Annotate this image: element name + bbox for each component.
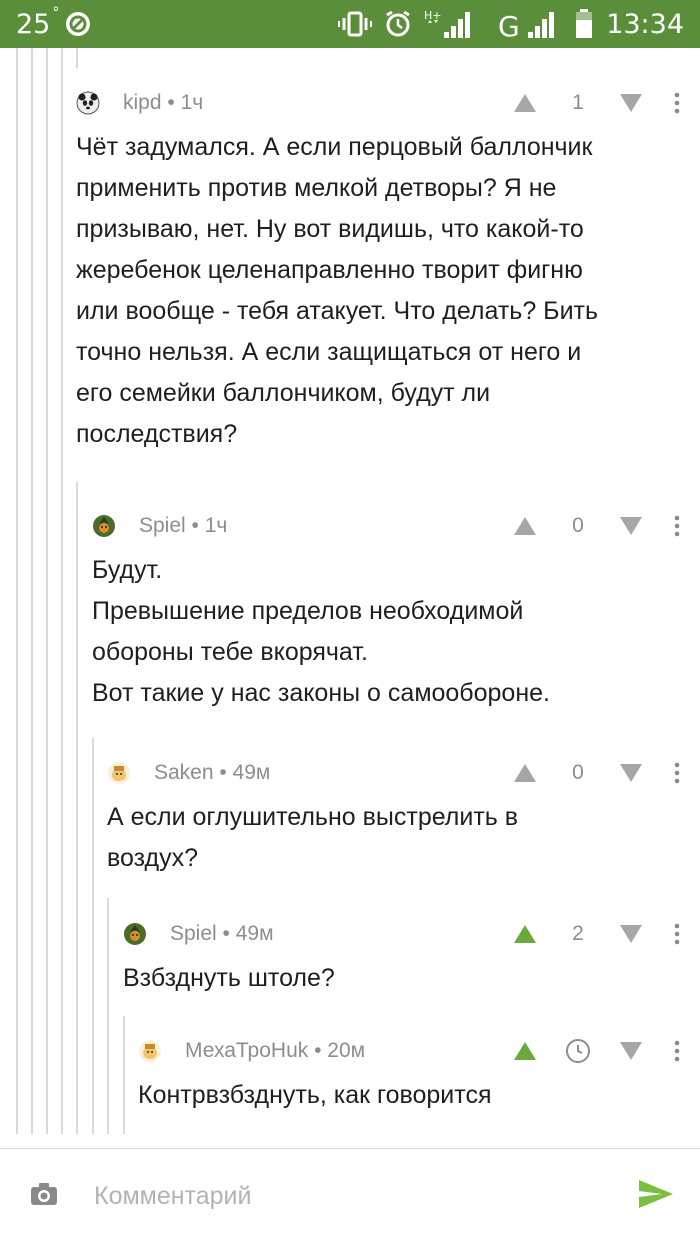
- alarm-icon: [384, 10, 412, 38]
- upvote-icon[interactable]: [502, 516, 548, 536]
- downvote-icon[interactable]: [608, 763, 654, 783]
- more-menu-icon[interactable]: [654, 1040, 700, 1062]
- comment-body: Чёт задумался. А если перцовый баллончик…: [76, 133, 599, 448]
- vibrate-icon: [338, 10, 373, 38]
- thread-line: [92, 738, 94, 1134]
- downvote-icon[interactable]: [608, 1041, 654, 1061]
- comment-score: 1: [572, 91, 584, 114]
- no-sign-icon: [64, 10, 92, 38]
- signal-icon: H+: [424, 8, 486, 40]
- thread-line: [31, 48, 33, 1134]
- svg-text:G: G: [498, 10, 520, 40]
- comment-score: 2: [572, 922, 584, 945]
- comment-body: Контрвзбзднуть, как говорится: [138, 1081, 492, 1109]
- comment-score: 0: [572, 514, 584, 537]
- comment-body: Взбзднуть штоле?: [123, 964, 335, 992]
- comment-composer: [0, 1149, 700, 1244]
- comment-body: Будут. Превышение пределов необходимой о…: [92, 556, 550, 707]
- comment-author[interactable]: Spiel • 49м: [170, 922, 274, 946]
- status-bar: 25 ° H+ G 13:34: [0, 0, 700, 48]
- comment-body: А если оглушительно выстрелить в воздух?: [107, 803, 519, 872]
- comment: МехаТроНuk • 20м Контрвзбзднуть, как гов…: [138, 1033, 700, 1116]
- comment-author[interactable]: Spiel • 1ч: [139, 514, 227, 538]
- comment-author[interactable]: Saken • 49м: [154, 761, 270, 785]
- thread-line: [46, 48, 48, 1134]
- g-network-icon: G: [498, 8, 562, 40]
- thread-line: [61, 48, 63, 1134]
- downvote-icon[interactable]: [608, 93, 654, 113]
- comment-author[interactable]: kipd • 1ч: [123, 91, 203, 115]
- comment-thread[interactable]: kipd • 1ч 1 Чёт задумался. А если перцов…: [0, 48, 700, 1134]
- more-menu-icon[interactable]: [654, 92, 700, 114]
- warrior-avatar-icon[interactable]: [123, 922, 147, 946]
- comment-score: 0: [572, 761, 584, 784]
- upvote-icon[interactable]: [502, 763, 548, 783]
- temperature: 25 °: [16, 4, 60, 40]
- upvote-icon[interactable]: [502, 924, 548, 944]
- upvote-icon[interactable]: [502, 93, 548, 113]
- upvote-icon[interactable]: [502, 1041, 548, 1061]
- svg-text:H+: H+: [424, 9, 442, 22]
- more-menu-icon[interactable]: [654, 923, 700, 945]
- downvote-icon[interactable]: [608, 516, 654, 536]
- cartoon-avatar-icon[interactable]: [107, 761, 131, 785]
- thread-line: [76, 482, 78, 1134]
- downvote-icon[interactable]: [608, 924, 654, 944]
- cartoon-avatar-icon[interactable]: [138, 1039, 162, 1063]
- camera-icon[interactable]: [30, 1182, 58, 1211]
- more-menu-icon[interactable]: [654, 762, 700, 784]
- comment: kipd • 1ч 1 Чёт задумался. А если перцов…: [76, 85, 700, 455]
- thread-line: [76, 48, 78, 68]
- comment-author[interactable]: МехаТроНuk • 20м: [185, 1039, 365, 1063]
- battery-icon: [574, 8, 594, 40]
- send-icon[interactable]: [638, 1179, 674, 1214]
- warrior-avatar-icon[interactable]: [92, 514, 116, 538]
- thread-line: [123, 1016, 125, 1134]
- thread-line: [107, 898, 109, 1134]
- thread-line: [16, 48, 18, 1134]
- panda-avatar-icon[interactable]: [76, 91, 100, 115]
- comment: Spiel • 1ч 0 Будут. Превышение пределов …: [92, 508, 700, 714]
- comment-input[interactable]: [92, 1181, 596, 1212]
- comment: Saken • 49м 0 А если оглушительно выстре…: [107, 755, 700, 879]
- comment: Spiel • 49м 2 Взбзднуть штоле?: [123, 916, 700, 999]
- pending-clock-icon: [548, 1038, 608, 1064]
- clock-time: 13:34: [606, 8, 684, 40]
- more-menu-icon[interactable]: [654, 515, 700, 537]
